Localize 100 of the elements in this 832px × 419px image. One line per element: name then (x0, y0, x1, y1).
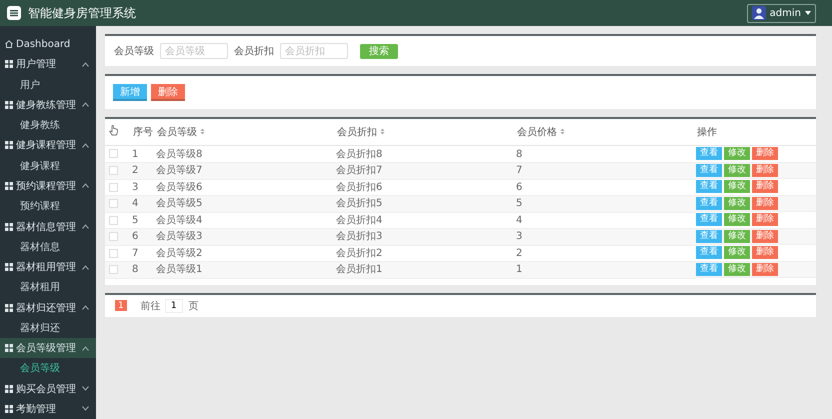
table-cell: 会员等级7 (156, 162, 336, 179)
sidebar-link[interactable]: Dashboard (0, 34, 96, 54)
view-button[interactable]: 查看 (696, 147, 722, 160)
table-cell: 会员等级1 (156, 262, 336, 278)
edit-button[interactable]: 修改 (724, 230, 750, 243)
sidebar-item[interactable]: 器材信息 (0, 236, 96, 257)
goto-label: 前往 (140, 300, 161, 312)
grid-icon (5, 384, 13, 393)
edit-button[interactable]: 修改 (724, 262, 750, 276)
table-cell: 会员折扣1 (336, 262, 516, 278)
table-cell: 会员等级5 (156, 196, 336, 212)
menu-icon[interactable] (7, 6, 21, 20)
delete-button[interactable]: 删除 (752, 262, 778, 276)
delete-button[interactable]: 删除 (752, 164, 778, 177)
sidebar-item[interactable]: 器材租用 (0, 277, 96, 298)
table-cell: 8 (132, 262, 156, 278)
view-button[interactable]: 查看 (696, 246, 722, 260)
edit-button[interactable]: 修改 (724, 164, 750, 177)
user-menu[interactable]: admin (746, 4, 816, 22)
field-label: 会员折扣 (234, 44, 274, 58)
search-field[interactable]: 会员等级 (160, 43, 228, 59)
sidebar-group[interactable]: 会员等级管理 (0, 338, 96, 358)
row-checkbox[interactable] (109, 216, 118, 225)
view-button[interactable]: 查看 (696, 213, 722, 226)
grid-icon (5, 100, 13, 109)
table-cell: 会员等级3 (156, 228, 336, 245)
edit-button[interactable]: 修改 (724, 147, 750, 160)
row-checkbox[interactable] (109, 166, 118, 176)
sidebar-item[interactable]: 健身课程 (0, 156, 96, 176)
row-checkbox[interactable] (109, 199, 118, 208)
row-checkbox[interactable] (109, 265, 118, 274)
row-checkbox[interactable] (109, 232, 118, 242)
sort-icon[interactable] (380, 128, 385, 135)
row-checkbox[interactable] (109, 182, 118, 192)
page-input[interactable]: 1 (164, 298, 183, 312)
sidebar-item[interactable]: 会员等级 (0, 358, 96, 379)
search-field[interactable]: 会员折扣 (280, 43, 348, 59)
page-button[interactable]: 1 (115, 300, 127, 311)
view-button[interactable]: 查看 (696, 164, 722, 177)
sidebar-group[interactable]: 健身课程管理 (0, 135, 96, 156)
sidebar-item[interactable]: 用户 (0, 74, 96, 95)
grid-icon (5, 344, 13, 352)
edit-button[interactable]: 修改 (724, 213, 750, 226)
page-suffix: 页 (188, 300, 199, 312)
grid-icon (5, 404, 13, 413)
view-button[interactable]: 查看 (696, 230, 722, 243)
table-cell: 3 (516, 228, 696, 245)
sidebar-group[interactable]: 考勤管理 (0, 398, 96, 419)
table-cell: 4 (132, 196, 156, 212)
sidebar-group[interactable]: 购买会员管理 (0, 378, 96, 399)
grid-icon (5, 182, 13, 190)
grid-icon (5, 141, 13, 150)
grid-icon (5, 222, 13, 231)
sort-icon[interactable] (560, 128, 565, 135)
table-cell: 会员折扣7 (336, 162, 516, 179)
app-title: 智能健身房管理系统 (28, 4, 136, 22)
search-button[interactable]: 搜索 (360, 44, 398, 58)
column-header: 操作 (696, 119, 816, 146)
edit-button[interactable]: 修改 (724, 196, 750, 210)
avatar-icon (752, 6, 766, 20)
home-icon (5, 40, 13, 48)
sidebar-group[interactable]: 器材租用管理 (0, 256, 96, 278)
grid-icon (5, 263, 13, 272)
edit-button[interactable]: 修改 (724, 246, 750, 260)
column-header: 序号 (132, 119, 156, 146)
sidebar-group[interactable]: 预约课程管理 (0, 176, 96, 196)
sidebar-group[interactable]: 器材信息管理 (0, 216, 96, 237)
sidebar-group[interactable]: 器材归还管理 (0, 297, 96, 318)
view-button[interactable]: 查看 (696, 180, 722, 194)
sidebar-item[interactable]: 器材归还 (0, 318, 96, 338)
sidebar-group[interactable]: 健身教练管理 (0, 94, 96, 116)
delete-button[interactable]: 删除 (752, 246, 778, 260)
sort-icon[interactable] (200, 128, 205, 135)
sidebar-item[interactable]: 预约课程 (0, 196, 96, 216)
table-cell: 会员折扣3 (336, 228, 516, 245)
delete-button[interactable]: 删除 (752, 180, 778, 194)
sidebar-group[interactable]: 用户管理 (0, 54, 96, 75)
table-cell: 5 (516, 196, 696, 212)
column-header: 会员等级 (156, 119, 336, 146)
delete-button[interactable]: 删除 (752, 213, 778, 226)
row-checkbox[interactable] (109, 149, 118, 158)
edit-button[interactable]: 修改 (724, 180, 750, 194)
table-cell: 会员折扣5 (336, 196, 516, 212)
delete-button[interactable]: 删除 (752, 147, 778, 160)
row-checkbox[interactable] (109, 248, 118, 258)
sidebar-item[interactable]: 健身教练 (0, 115, 96, 136)
table-cell: 6 (132, 228, 156, 245)
view-button[interactable]: 查看 (696, 262, 722, 276)
delete-button[interactable]: 删除 (752, 196, 778, 210)
grid-icon (5, 304, 13, 312)
pointer-icon (109, 125, 118, 136)
delete-button[interactable]: 删除 (752, 230, 778, 243)
table-cell: 2 (132, 162, 156, 179)
add-button[interactable]: 新增 (113, 84, 147, 101)
grid-icon (5, 60, 13, 68)
view-button[interactable]: 查看 (696, 196, 722, 210)
table-cell: 7 (516, 162, 696, 179)
delete-button[interactable]: 删除 (151, 84, 185, 101)
caret-icon (805, 11, 811, 15)
column-header: 会员折扣 (336, 119, 516, 146)
